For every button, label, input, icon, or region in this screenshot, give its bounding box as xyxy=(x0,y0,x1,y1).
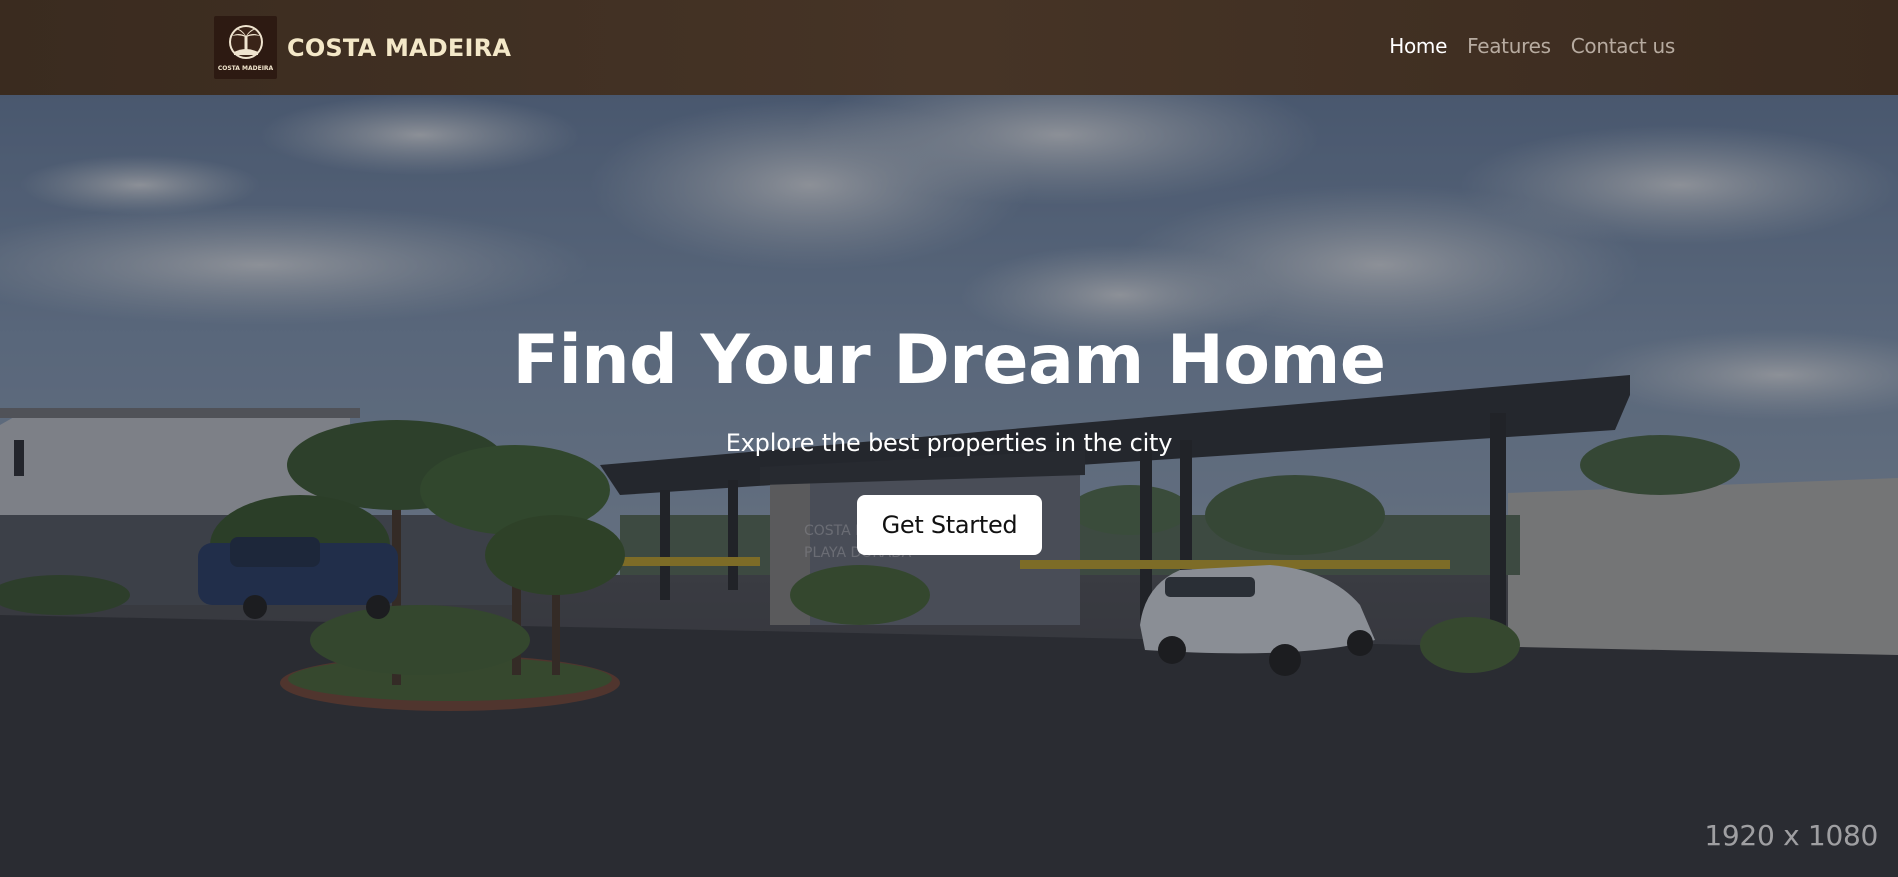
nav-link-contact-us[interactable]: Contact us xyxy=(1571,34,1676,58)
hero-title: Find Your Dream Home xyxy=(512,321,1386,400)
nav-link-home[interactable]: Home xyxy=(1389,34,1447,58)
brand-name[interactable]: COSTA MADEIRA xyxy=(287,34,511,62)
hero-subtitle: Explore the best properties in the city xyxy=(725,429,1173,457)
brand-logo[interactable]: COSTA MADEIRA xyxy=(214,16,277,79)
hero-section: COSTA M PLAYA DORADA Find Your Dream Hom… xyxy=(0,95,1898,877)
hero-content: Find Your Dream Home Explore the best pr… xyxy=(0,95,1898,877)
top-navbar: COSTA MADEIRA COSTA MADEIRA Home Feature… xyxy=(0,0,1898,95)
get-started-button[interactable]: Get Started xyxy=(857,495,1042,555)
nav-link-features[interactable]: Features xyxy=(1467,34,1551,58)
logo-text: COSTA MADEIRA xyxy=(217,64,274,72)
brand[interactable]: COSTA MADEIRA COSTA MADEIRA xyxy=(214,16,511,79)
main-nav: Home Features Contact us xyxy=(1389,34,1675,58)
resolution-label: 1920 x 1080 xyxy=(1704,819,1878,852)
palm-tree-emblem-icon xyxy=(228,24,263,59)
